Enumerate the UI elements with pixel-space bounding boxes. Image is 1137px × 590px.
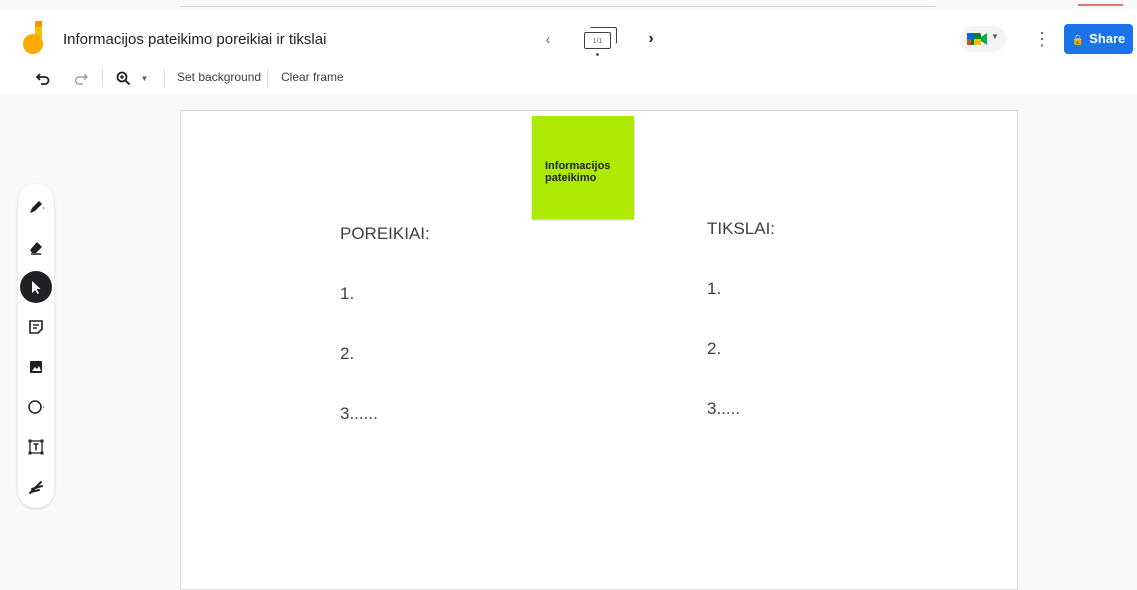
- sticky-note-text: Informacijos pateikimo: [545, 160, 611, 184]
- more-vert-icon: ⋮: [1033, 29, 1051, 49]
- top-divider: [180, 6, 935, 7]
- share-button[interactable]: 🔒 Share: [1064, 24, 1133, 54]
- toolbar-divider: [102, 69, 103, 87]
- chevron-left-icon: ‹: [545, 31, 551, 47]
- select-tool[interactable]: [20, 271, 52, 303]
- jamboard-logo-icon: [23, 21, 43, 54]
- chevron-right-icon: ›: [648, 30, 654, 47]
- set-background-button[interactable]: Set background: [177, 70, 261, 84]
- meet-button[interactable]: ▼: [960, 26, 1006, 52]
- red-indicator: [1078, 4, 1123, 6]
- frame-dot-icon: [596, 53, 599, 56]
- toolbar-divider: [164, 69, 165, 87]
- text-line: 2.: [707, 339, 722, 358]
- pen-tool[interactable]: [20, 191, 52, 223]
- text-box-tikslai[interactable]: TIKSLAI: 1. 2. 3.....: [707, 179, 775, 459]
- text-line: 1.: [707, 279, 722, 298]
- eraser-tool[interactable]: [20, 231, 52, 263]
- sticky-note[interactable]: Informacijos pateikimo: [532, 116, 634, 219]
- tool-rail: [18, 184, 54, 508]
- text-line: 1.: [340, 284, 355, 303]
- zoom-button[interactable]: ▼: [112, 67, 152, 89]
- frame-counter: 1/1: [584, 32, 611, 49]
- app-header: Informacijos pateikimo poreikiai ir tiks…: [0, 9, 1137, 61]
- sticky-note-icon: [29, 320, 43, 334]
- text-box-icon: [28, 439, 44, 455]
- clear-frame-button[interactable]: Clear frame: [281, 70, 344, 84]
- text-line: 3......: [340, 404, 378, 423]
- text-box-tool[interactable]: [20, 431, 52, 463]
- laser-tool[interactable]: [20, 471, 52, 503]
- image-tool[interactable]: [20, 351, 52, 383]
- eraser-icon: [30, 242, 42, 255]
- text-line: 2.: [340, 344, 355, 363]
- frame-bar-button[interactable]: 1/1: [580, 24, 618, 58]
- undo-button[interactable]: [32, 67, 54, 89]
- zoom-in-icon: [116, 71, 130, 85]
- text-heading: TIKSLAI:: [707, 219, 776, 238]
- zoom-caret-icon: ▼: [140, 73, 149, 83]
- text-box-poreikiai[interactable]: POREIKIAI: 1. 2. 3......: [340, 184, 430, 464]
- jam-canvas[interactable]: Informacijos pateikimo POREIKIAI: 1. 2. …: [180, 110, 1018, 590]
- lock-icon: 🔒: [1071, 35, 1085, 46]
- more-options-button[interactable]: ⋮: [1032, 25, 1052, 53]
- undo-icon: [36, 73, 50, 85]
- document-title[interactable]: Informacijos pateikimo poreikiai ir tiks…: [63, 31, 326, 48]
- shape-tool[interactable]: [20, 391, 52, 423]
- meet-camera-icon: [967, 33, 987, 45]
- sticky-note-tool[interactable]: [20, 311, 52, 343]
- toolbar-divider: [267, 69, 268, 87]
- next-frame-button[interactable]: ›: [640, 26, 662, 52]
- laser-icon: [29, 481, 43, 494]
- pen-icon: [30, 201, 45, 213]
- previous-frame-button[interactable]: ‹: [538, 27, 558, 51]
- share-label: Share: [1089, 31, 1126, 46]
- caret-down-icon: ▼: [991, 32, 999, 41]
- text-line: 3.....: [707, 399, 741, 418]
- image-icon: [30, 361, 42, 373]
- toolbar: ▼ Set background Clear frame: [0, 61, 1137, 95]
- redo-icon: [74, 73, 88, 85]
- text-heading: POREIKIAI:: [340, 224, 430, 243]
- circle-icon: [28, 400, 45, 414]
- cursor-arrow-icon: [32, 281, 41, 294]
- redo-button[interactable]: [70, 67, 92, 89]
